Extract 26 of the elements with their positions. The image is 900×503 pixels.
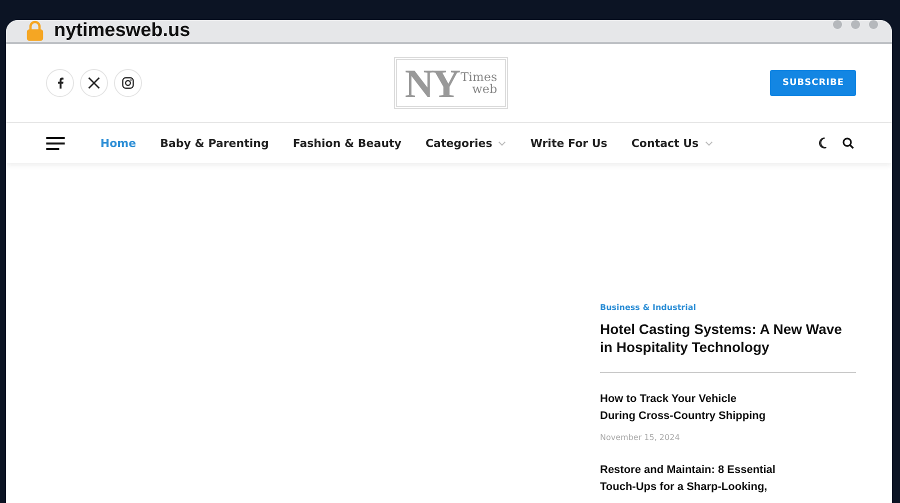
logo-text: Times — [460, 71, 498, 83]
article-title[interactable]: Hotel Casting Systems: A New Wave in Hospitality Technology — [600, 320, 856, 356]
nav-link[interactable]: Contact Us — [631, 136, 713, 150]
social-link[interactable] — [114, 69, 142, 97]
padlock-icon — [26, 20, 44, 42]
address-text: nytimesweb.us — [54, 20, 190, 42]
article-title[interactable]: Restore and Maintain: 8 Essential Touch-Ups for a Sharp-Looking, — [600, 462, 856, 496]
window-dot-icon[interactable] — [833, 20, 842, 29]
social-link[interactable] — [80, 69, 108, 97]
article-title[interactable]: How to Track Your Vehicle During Cross-Country Shipping — [600, 391, 856, 424]
subscribe-button[interactable]: SUBSCRIBE — [770, 70, 856, 96]
search-icon[interactable] — [842, 137, 854, 149]
social-link[interactable] — [46, 69, 74, 97]
x-icon — [88, 77, 100, 89]
nav-link[interactable]: Fashion & Beauty — [292, 136, 402, 150]
nav-link[interactable]: Baby & Parenting — [160, 136, 269, 150]
logo-text: web — [472, 83, 498, 95]
menu-icon[interactable] — [46, 136, 65, 150]
nav-link[interactable]: Categories — [425, 136, 506, 150]
post-date: November 15, 2024 — [600, 433, 681, 442]
window-dot-icon[interactable] — [851, 20, 860, 29]
facebook-icon — [56, 77, 64, 89]
window-dot-icon[interactable] — [869, 20, 878, 29]
nav-link[interactable]: Write For Us — [530, 136, 608, 150]
instagram-icon — [122, 77, 134, 89]
logo-text: NY — [404, 60, 459, 106]
